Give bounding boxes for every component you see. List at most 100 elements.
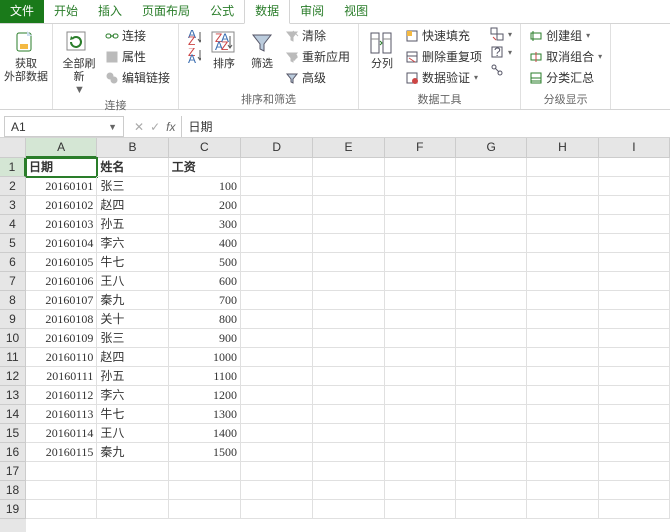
sort-button[interactable]: ZAAZ 排序: [207, 26, 241, 71]
cell[interactable]: [313, 177, 384, 196]
cell[interactable]: 孙五: [97, 367, 168, 386]
cell[interactable]: 20160115: [26, 443, 97, 462]
consolidate-button[interactable]: ▾: [488, 26, 514, 42]
cell[interactable]: [313, 386, 384, 405]
cancel-icon[interactable]: ✕: [134, 120, 144, 134]
cell[interactable]: [456, 196, 527, 215]
fx-icon[interactable]: fx: [166, 120, 175, 134]
advanced-filter-button[interactable]: 高级: [283, 68, 352, 87]
cell[interactable]: [313, 329, 384, 348]
cell[interactable]: [599, 215, 670, 234]
reapply-button[interactable]: 重新应用: [283, 47, 352, 66]
cell[interactable]: 日期: [26, 158, 97, 177]
row-header[interactable]: 14: [0, 405, 26, 424]
cell[interactable]: [313, 500, 384, 519]
cell[interactable]: 1100: [169, 367, 241, 386]
edit-links-button[interactable]: 编辑链接: [103, 68, 172, 87]
cell[interactable]: [527, 310, 598, 329]
cell[interactable]: [97, 500, 168, 519]
row-header[interactable]: 2: [0, 177, 26, 196]
cell[interactable]: [527, 329, 598, 348]
cell[interactable]: [241, 367, 313, 386]
cell[interactable]: [599, 424, 670, 443]
cell[interactable]: [313, 367, 384, 386]
cell[interactable]: [241, 443, 313, 462]
cell[interactable]: 1500: [169, 443, 241, 462]
cell[interactable]: 1200: [169, 386, 241, 405]
tab-view[interactable]: 视图: [334, 0, 378, 23]
col-header-A[interactable]: A: [26, 138, 97, 158]
cell[interactable]: [313, 215, 384, 234]
cell[interactable]: [313, 234, 384, 253]
cell[interactable]: 20160101: [26, 177, 97, 196]
cell[interactable]: [527, 405, 598, 424]
cell[interactable]: 300: [169, 215, 241, 234]
cell[interactable]: 20160104: [26, 234, 97, 253]
cell[interactable]: [241, 158, 313, 177]
cell[interactable]: [385, 215, 456, 234]
cell[interactable]: [599, 158, 670, 177]
tab-formula[interactable]: 公式: [200, 0, 244, 23]
cell[interactable]: [313, 443, 384, 462]
row-header[interactable]: 11: [0, 348, 26, 367]
row-header[interactable]: 5: [0, 234, 26, 253]
row-header[interactable]: 7: [0, 272, 26, 291]
cell[interactable]: [241, 462, 313, 481]
cell[interactable]: [313, 291, 384, 310]
tab-layout[interactable]: 页面布局: [132, 0, 200, 23]
row-header[interactable]: 17: [0, 462, 26, 481]
col-header-H[interactable]: H: [527, 138, 598, 158]
cell[interactable]: [385, 462, 456, 481]
cell[interactable]: 20160109: [26, 329, 97, 348]
cell[interactable]: [313, 253, 384, 272]
relationships-button[interactable]: [488, 62, 514, 78]
cell[interactable]: [456, 329, 527, 348]
cell[interactable]: [527, 272, 598, 291]
cell[interactable]: [313, 158, 384, 177]
subtotal-button[interactable]: 分类汇总: [527, 68, 604, 87]
cell[interactable]: [527, 348, 598, 367]
cell[interactable]: [599, 272, 670, 291]
cell[interactable]: [241, 272, 313, 291]
cell[interactable]: [599, 386, 670, 405]
row-header[interactable]: 16: [0, 443, 26, 462]
cell[interactable]: [385, 234, 456, 253]
cell[interactable]: [313, 272, 384, 291]
cell[interactable]: 赵四: [97, 348, 168, 367]
tab-data[interactable]: 数据: [244, 0, 290, 24]
cell[interactable]: [456, 234, 527, 253]
cell[interactable]: 牛七: [97, 253, 168, 272]
cell[interactable]: 1300: [169, 405, 241, 424]
cell[interactable]: [456, 215, 527, 234]
confirm-icon[interactable]: ✓: [150, 120, 160, 134]
cell[interactable]: [241, 310, 313, 329]
cell[interactable]: 1000: [169, 348, 241, 367]
cell[interactable]: [456, 272, 527, 291]
cell[interactable]: [385, 291, 456, 310]
cell[interactable]: 李六: [97, 386, 168, 405]
cell[interactable]: [385, 424, 456, 443]
cell[interactable]: 20160111: [26, 367, 97, 386]
tab-insert[interactable]: 插入: [88, 0, 132, 23]
clear-filter-button[interactable]: 清除: [283, 26, 352, 45]
cell[interactable]: 200: [169, 196, 241, 215]
cell[interactable]: [241, 424, 313, 443]
cell[interactable]: [385, 177, 456, 196]
cell[interactable]: [97, 481, 168, 500]
cell[interactable]: [313, 424, 384, 443]
tab-home[interactable]: 开始: [44, 0, 88, 23]
col-header-B[interactable]: B: [97, 138, 168, 158]
cell[interactable]: [385, 310, 456, 329]
cell[interactable]: 关十: [97, 310, 168, 329]
cell[interactable]: [599, 462, 670, 481]
row-header[interactable]: 3: [0, 196, 26, 215]
cell[interactable]: [599, 310, 670, 329]
cell[interactable]: 李六: [97, 234, 168, 253]
cell[interactable]: [527, 253, 598, 272]
cell[interactable]: [241, 291, 313, 310]
cell[interactable]: [599, 291, 670, 310]
tab-review[interactable]: 审阅: [290, 0, 334, 23]
cell[interactable]: [97, 462, 168, 481]
cell[interactable]: [527, 424, 598, 443]
cell[interactable]: [313, 196, 384, 215]
